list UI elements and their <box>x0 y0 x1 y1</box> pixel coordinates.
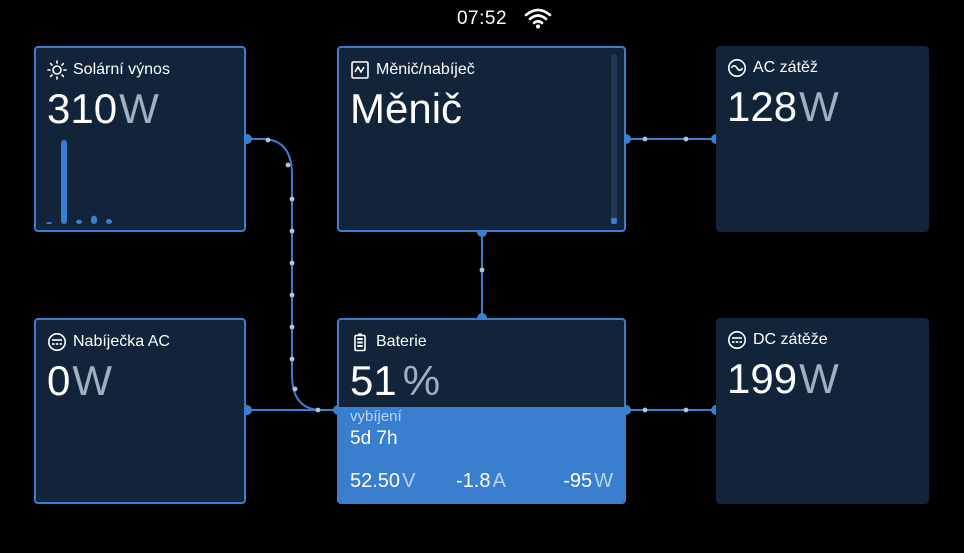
solar-history-bar <box>106 218 112 224</box>
battery-power-value: -95 <box>563 470 593 492</box>
battery-current-unit: A <box>492 470 506 492</box>
battery-power: -95 W <box>563 470 613 493</box>
battery-current-value: -1.8 <box>456 470 491 492</box>
inverter-charger-card[interactable]: Měnič/nabíječ Měnič <box>337 46 626 232</box>
ac-loads-unit: W <box>799 83 839 130</box>
inverter-header: Měnič/nabíječ <box>350 59 475 81</box>
inverter-title: Měnič/nabíječ <box>376 61 475 78</box>
charger-icon <box>48 333 66 351</box>
solar-history-chart <box>46 140 112 224</box>
ac-charger-title: Nabíječka AC <box>73 333 170 350</box>
battery-title: Baterie <box>376 333 427 350</box>
dc-loads-power: 199 W <box>727 356 839 402</box>
dc-loads-card[interactable]: DC zátěže 199 W <box>716 318 929 504</box>
dc-loads-unit: W <box>799 355 839 402</box>
ac-charger-value: 0 <box>47 357 71 404</box>
battery-state: vybíjení <box>350 408 402 425</box>
solar-history-bar <box>76 219 82 224</box>
ac-loads-value: 128 <box>727 83 798 130</box>
battery-soc: 51% <box>350 358 440 404</box>
battery-soc-value: 51 <box>350 357 397 404</box>
ac-charger-unit: W <box>72 357 113 404</box>
battery-icon <box>354 333 366 352</box>
solar-history-bar <box>61 140 67 224</box>
ac-loads-power: 128 W <box>727 84 839 130</box>
battery-power-unit: W <box>594 470 613 492</box>
battery-voltage-value: 52.50 <box>350 470 401 492</box>
battery-current: -1.8 A <box>456 470 506 493</box>
ac-charger-header: Nabíječka AC <box>47 331 170 353</box>
sine-wave-icon <box>728 59 746 77</box>
ac-loads-header: AC zátěž <box>727 57 818 79</box>
solar-history-bar <box>91 215 97 224</box>
battery-card[interactable]: Baterie 51% vybíjení 5d 7h 52.50 V -1.8 A … <box>337 318 626 504</box>
ac-charger-power: 0W <box>47 358 112 404</box>
battery-header: Baterie <box>350 331 427 353</box>
battery-voltage: 52.50 V <box>350 470 415 493</box>
battery-voltage-unit: V <box>402 470 416 492</box>
inverter-icon <box>351 61 369 79</box>
battery-level-fill: vybíjení 5d 7h 52.50 V -1.8 A -95 W <box>339 407 624 502</box>
inverter-mode: Měnič <box>350 85 463 132</box>
wire-solar-battery <box>247 138 338 411</box>
battery-time-to-go: 5d 7h <box>350 428 398 449</box>
inverter-scrollbar[interactable] <box>611 54 617 224</box>
solar-yield-card[interactable]: Solární výnos 310 W <box>34 46 246 232</box>
dc-loads-value: 199 <box>727 355 798 402</box>
ac-charger-card[interactable]: Nabíječka AC 0W <box>34 318 246 504</box>
scrollbar-thumb[interactable] <box>611 218 617 224</box>
dc-loads-header: DC zátěže <box>727 329 828 351</box>
ac-loads-card[interactable]: AC zátěž 128 W <box>716 46 929 232</box>
dc-icon <box>728 331 746 349</box>
ac-loads-title: AC zátěž <box>753 59 818 76</box>
solar-history-bar <box>46 222 52 224</box>
battery-soc-unit: % <box>402 357 441 404</box>
dc-loads-title: DC zátěže <box>753 331 828 348</box>
